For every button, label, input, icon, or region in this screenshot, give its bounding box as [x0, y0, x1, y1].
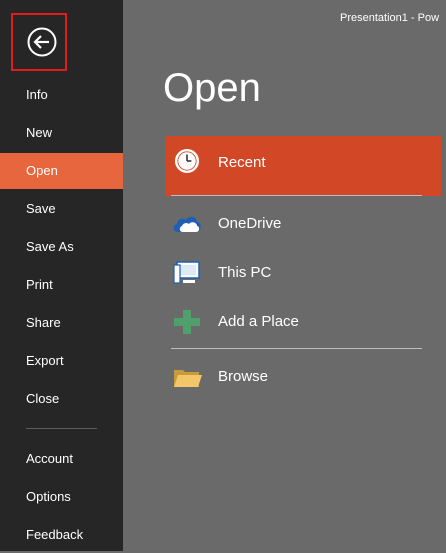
- computer-icon: [173, 261, 200, 284]
- location-recent[interactable]: Recent: [165, 136, 441, 196]
- clock-icon: [174, 148, 200, 174]
- location-label: OneDrive: [218, 215, 282, 232]
- location-divider: [171, 348, 422, 349]
- location-label: This PC: [218, 264, 272, 281]
- plus-icon: [174, 310, 200, 334]
- back-button-highlight: [11, 13, 67, 71]
- nav-new[interactable]: New: [0, 115, 123, 151]
- nav-account[interactable]: Account: [0, 441, 123, 477]
- backstage-sidebar: Info New Open Save Save As Print Share E…: [0, 0, 123, 551]
- nav-close[interactable]: Close: [0, 381, 123, 417]
- location-this-pc[interactable]: This PC: [165, 252, 441, 294]
- page-title: Open: [163, 66, 261, 110]
- nav-divider: [26, 428, 97, 429]
- nav-info[interactable]: Info: [0, 77, 123, 113]
- folder-icon: [174, 370, 202, 387]
- back-arrow-icon[interactable]: [27, 27, 57, 57]
- nav-save-as[interactable]: Save As: [0, 229, 123, 265]
- nav-share[interactable]: Share: [0, 305, 123, 341]
- window-title: Presentation1 - Pow: [340, 12, 440, 24]
- nav-open[interactable]: Open: [0, 153, 123, 189]
- location-label: Recent: [218, 154, 266, 171]
- nav-options[interactable]: Options: [0, 479, 123, 515]
- location-divider: [171, 195, 422, 196]
- cloud-icon: [173, 216, 201, 232]
- location-add-place[interactable]: Add a Place: [165, 301, 441, 343]
- nav-save[interactable]: Save: [0, 191, 123, 227]
- location-label: Add a Place: [218, 313, 299, 330]
- location-onedrive[interactable]: OneDrive: [165, 203, 441, 245]
- nav-print[interactable]: Print: [0, 267, 123, 303]
- location-browse[interactable]: Browse: [165, 356, 441, 398]
- nav-export[interactable]: Export: [0, 343, 123, 379]
- nav-feedback[interactable]: Feedback: [0, 517, 123, 553]
- location-label: Browse: [218, 368, 269, 385]
